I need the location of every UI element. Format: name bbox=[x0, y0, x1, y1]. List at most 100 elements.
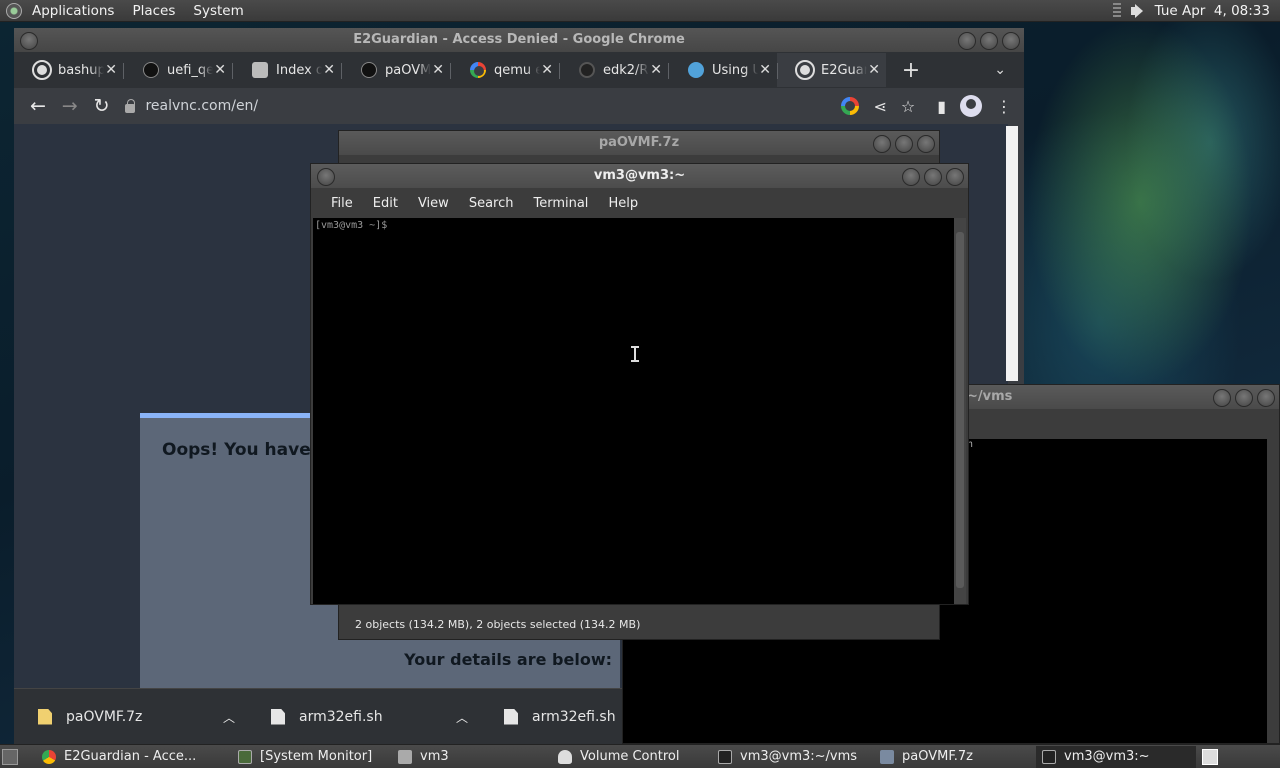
download-item[interactable]: arm32efi.sh ︿ bbox=[247, 697, 480, 737]
archive-titlebar[interactable]: paOVMF.7z bbox=[339, 131, 939, 155]
close-icon[interactable]: ✕ bbox=[105, 62, 117, 78]
tab-e2guardian[interactable]: E2Guar ✕ bbox=[777, 53, 886, 87]
minimize-button[interactable] bbox=[1213, 389, 1231, 407]
terminal-vms-scrollbar[interactable] bbox=[1267, 439, 1279, 743]
share-icon[interactable]: ⋖ bbox=[873, 97, 886, 116]
tab-label: paOVM bbox=[385, 62, 431, 78]
volume-icon[interactable] bbox=[1129, 3, 1147, 19]
system-menu[interactable]: System bbox=[193, 3, 243, 19]
window-menu-button[interactable] bbox=[317, 168, 335, 186]
task-label: E2Guardian - Acce... bbox=[64, 749, 197, 764]
url-text[interactable]: realvnc.com/en/ bbox=[145, 98, 258, 114]
lock-icon[interactable] bbox=[125, 98, 136, 113]
download-item[interactable]: paOVMF.7z ︿ bbox=[14, 697, 247, 737]
panel-handle-icon bbox=[1112, 2, 1121, 19]
minimize-button[interactable] bbox=[873, 135, 891, 153]
close-icon[interactable]: ✕ bbox=[541, 62, 553, 78]
download-filename[interactable]: arm32efi.sh bbox=[532, 709, 616, 725]
globe-icon bbox=[32, 60, 52, 80]
menu-help[interactable]: Help bbox=[598, 196, 648, 211]
cloud-icon bbox=[143, 62, 159, 78]
tab-edk2[interactable]: edk2/R ✕ bbox=[559, 53, 668, 87]
archive-manager-icon bbox=[880, 749, 894, 764]
menu-terminal[interactable]: Terminal bbox=[523, 196, 598, 211]
terminal-screen[interactable]: [vm3@vm3 ~]$ bbox=[313, 218, 955, 604]
details-heading: Your details are below: bbox=[404, 650, 612, 669]
menu-search[interactable]: Search bbox=[459, 196, 524, 211]
close-icon[interactable]: ✕ bbox=[650, 62, 662, 78]
task-volume-control[interactable]: Volume Control bbox=[552, 746, 712, 768]
task-label: [System Monitor] bbox=[260, 749, 373, 764]
mascot-icon bbox=[252, 62, 268, 78]
maximize-button[interactable] bbox=[924, 168, 942, 186]
menu-file[interactable]: File bbox=[321, 196, 363, 211]
clock[interactable]: Tue Apr 4, 08:33 bbox=[1155, 3, 1270, 19]
tab-bashupload[interactable]: bashupl ✕ bbox=[14, 53, 123, 87]
places-menu[interactable]: Places bbox=[132, 3, 175, 19]
task-label: vm3 bbox=[420, 749, 449, 764]
task-archive-manager[interactable]: paOVMF.7z bbox=[874, 746, 1036, 768]
new-tab-button[interactable]: + bbox=[896, 58, 926, 83]
window-menu-button[interactable] bbox=[20, 32, 38, 50]
maximize-button[interactable] bbox=[895, 135, 913, 153]
address-bar[interactable]: realvnc.com/en/ bbox=[125, 92, 841, 120]
workspace-switcher-icon[interactable] bbox=[1202, 748, 1218, 765]
maximize-button[interactable] bbox=[1235, 389, 1253, 407]
browser-toolbar: ← → ↻ realvnc.com/en/ ⋖ ☆ ▮ ⋮ bbox=[14, 88, 1024, 124]
show-desktop-icon[interactable] bbox=[2, 748, 18, 765]
task-chrome[interactable]: E2Guardian - Acce... bbox=[36, 746, 232, 768]
tab-label: Index o bbox=[276, 62, 322, 78]
profile-avatar-icon[interactable] bbox=[960, 95, 983, 117]
task-system-monitor[interactable]: [System Monitor] bbox=[232, 746, 392, 768]
back-icon[interactable]: ← bbox=[22, 95, 54, 117]
task-terminal[interactable]: vm3@vm3:~ bbox=[1036, 745, 1196, 768]
scrollbar-thumb[interactable] bbox=[956, 232, 964, 588]
tab-label: E2Guar bbox=[821, 62, 867, 78]
chevron-up-icon[interactable]: ︿ bbox=[456, 709, 468, 726]
kebab-menu-icon[interactable]: ⋮ bbox=[996, 97, 1012, 116]
task-label: vm3@vm3:~/vms bbox=[740, 749, 858, 764]
chrome-titlebar[interactable]: E2Guardian - Access Denied - Google Chro… bbox=[14, 28, 1024, 52]
close-button[interactable] bbox=[946, 168, 964, 186]
archive-file-icon bbox=[38, 708, 52, 725]
close-icon[interactable]: ✕ bbox=[432, 62, 444, 78]
close-icon[interactable]: ✕ bbox=[868, 62, 880, 78]
close-button[interactable] bbox=[1257, 389, 1275, 407]
terminal-title: vm3@vm3:~ bbox=[593, 168, 686, 183]
task-terminal-vms[interactable]: vm3@vm3:~/vms bbox=[712, 746, 874, 768]
close-button[interactable] bbox=[917, 135, 935, 153]
terminal-titlebar[interactable]: vm3@vm3:~ bbox=[311, 164, 968, 188]
tab-qemu-search[interactable]: qemu e ✕ bbox=[450, 53, 559, 87]
tab-uefi-qemu[interactable]: uefi_qe ✕ bbox=[123, 53, 232, 87]
menu-edit[interactable]: Edit bbox=[363, 196, 408, 211]
bookmark-star-icon[interactable]: ☆ bbox=[901, 97, 915, 116]
google-lens-icon[interactable] bbox=[841, 97, 860, 115]
forward-icon[interactable]: → bbox=[54, 95, 86, 117]
page-scrollbar[interactable] bbox=[1006, 126, 1018, 381]
maximize-button[interactable] bbox=[980, 32, 998, 50]
distro-logo-icon[interactable] bbox=[6, 2, 22, 19]
task-files-vm3[interactable]: vm3 bbox=[392, 746, 552, 768]
chevron-up-icon[interactable]: ︿ bbox=[223, 709, 235, 726]
menu-view[interactable]: View bbox=[408, 196, 459, 211]
download-filename[interactable]: paOVMF.7z bbox=[66, 709, 142, 725]
terminal-window[interactable]: vm3@vm3:~ File Edit View Search Terminal… bbox=[310, 163, 969, 605]
volume-control-icon bbox=[558, 749, 572, 764]
tab-label: uefi_qe bbox=[167, 62, 213, 78]
reload-icon[interactable]: ↻ bbox=[86, 95, 118, 117]
google-icon bbox=[470, 62, 486, 78]
applications-menu[interactable]: Applications bbox=[32, 3, 114, 19]
tab-index-of[interactable]: Index o ✕ bbox=[232, 53, 341, 87]
tab-using-uefi[interactable]: Using U ✕ bbox=[668, 53, 777, 87]
minimize-button[interactable] bbox=[958, 32, 976, 50]
side-panel-icon[interactable]: ▮ bbox=[937, 97, 946, 116]
minimize-button[interactable] bbox=[902, 168, 920, 186]
close-icon[interactable]: ✕ bbox=[759, 62, 771, 78]
close-icon[interactable]: ✕ bbox=[323, 62, 335, 78]
download-filename[interactable]: arm32efi.sh bbox=[299, 709, 383, 725]
tab-paovmf[interactable]: paOVM ✕ bbox=[341, 53, 450, 87]
tab-search-icon[interactable]: ⌄ bbox=[994, 62, 1006, 78]
terminal-scrollbar[interactable] bbox=[954, 218, 966, 604]
close-button[interactable] bbox=[1002, 32, 1020, 50]
close-icon[interactable]: ✕ bbox=[214, 62, 226, 78]
